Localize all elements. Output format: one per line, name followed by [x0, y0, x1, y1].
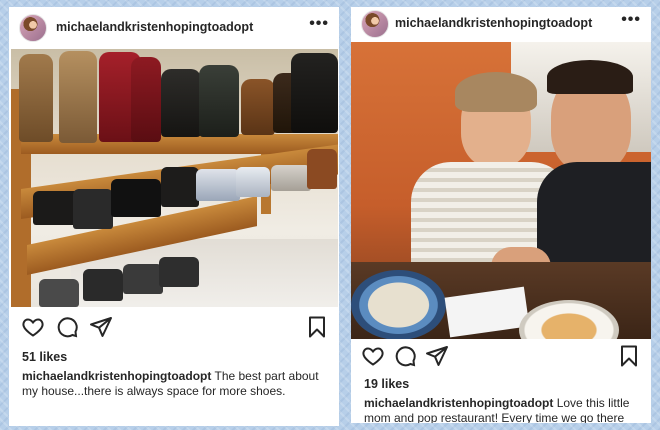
share-icon[interactable]	[89, 315, 113, 339]
post-username[interactable]: michaelandkristenhopingtoadopt	[56, 20, 253, 34]
post-actions	[9, 315, 339, 343]
shoe	[39, 279, 79, 307]
boot	[131, 57, 161, 142]
share-icon[interactable]	[425, 344, 449, 368]
shoe	[111, 179, 161, 217]
boot	[161, 69, 201, 137]
avatar[interactable]	[19, 14, 47, 42]
post-caption: michaelandkristenhopingtoadopt The best …	[22, 369, 334, 399]
shoe	[159, 257, 199, 287]
shoe	[123, 264, 163, 294]
shoe	[307, 149, 337, 189]
post-actions	[351, 344, 651, 372]
sneaker	[196, 169, 240, 201]
post-caption: michaelandkristenhopingtoadopt Love this…	[364, 396, 646, 423]
boot	[241, 79, 275, 135]
shoe	[161, 167, 199, 207]
comment-icon[interactable]	[393, 344, 417, 368]
instagram-post-shoes: michaelandkristenhopingtoadopt ••• 51 li…	[9, 7, 339, 426]
more-options-icon[interactable]: •••	[621, 11, 641, 29]
caption-username[interactable]: michaelandkristenhopingtoadopt	[22, 369, 211, 383]
comment-icon[interactable]	[55, 315, 79, 339]
post-header: michaelandkristenhopingtoadopt •••	[9, 7, 339, 49]
bookmark-icon[interactable]	[305, 315, 329, 339]
sneaker	[271, 165, 311, 191]
post-photo-shoe-rack[interactable]	[11, 49, 338, 307]
woman-hair	[455, 72, 537, 112]
post-header: michaelandkristenhopingtoadopt •••	[351, 7, 651, 42]
instagram-post-restaurant: michaelandkristenhopingtoadopt ••• 19 li…	[351, 7, 651, 423]
avatar[interactable]	[361, 10, 389, 38]
heart-icon[interactable]	[21, 315, 45, 339]
boot	[59, 51, 97, 143]
boot	[291, 53, 338, 133]
post-username[interactable]: michaelandkristenhopingtoadopt	[395, 16, 592, 30]
boot	[199, 65, 239, 137]
soup-bowl	[351, 270, 446, 339]
man-hair	[547, 60, 633, 94]
more-options-icon[interactable]: •••	[309, 15, 329, 33]
like-count[interactable]: 51 likes	[22, 350, 67, 364]
shoe	[83, 269, 123, 301]
caption-username[interactable]: michaelandkristenhopingtoadopt	[364, 396, 553, 410]
bookmark-icon[interactable]	[617, 344, 641, 368]
shoe	[73, 189, 113, 229]
post-photo-restaurant-selfie[interactable]	[351, 42, 651, 339]
boot	[19, 54, 53, 142]
sneaker	[236, 167, 270, 197]
like-count[interactable]: 19 likes	[364, 377, 409, 391]
heart-icon[interactable]	[361, 344, 385, 368]
